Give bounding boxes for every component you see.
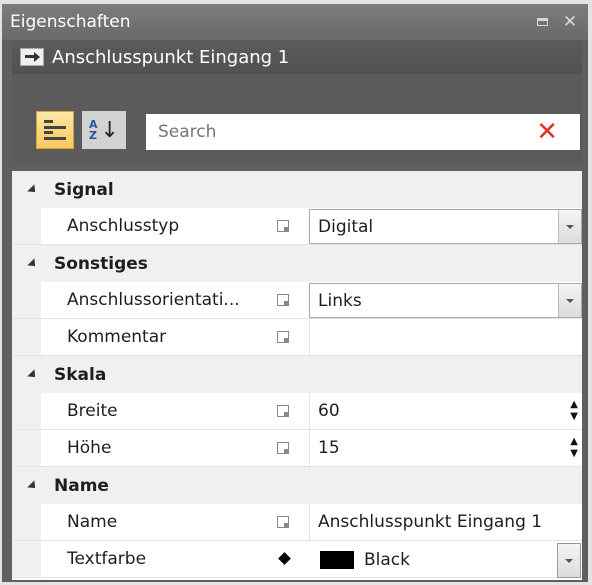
property-grid: Signal Anschlusstyp Digital Sonstiges An…: [12, 171, 582, 580]
close-button[interactable]: ✕: [562, 12, 578, 32]
category-skala[interactable]: Skala: [12, 356, 582, 393]
breite-field[interactable]: 60 ▲ ▼: [309, 393, 582, 429]
name-field[interactable]: Anschlusspunkt Eingang 1: [309, 504, 582, 540]
property-row-name: Name Anschlusspunkt Eingang 1: [12, 504, 582, 541]
property-row-textfarbe: Textfarbe Black: [12, 541, 582, 578]
property-name: Name: [67, 512, 118, 532]
property-marker-icon[interactable]: [277, 294, 289, 306]
property-marker-icon[interactable]: [277, 331, 289, 343]
property-row-hoehe: Höhe 15 ▲ ▼: [12, 430, 582, 467]
property-name: Anschlussorientati...: [67, 290, 240, 310]
category-label: Skala: [54, 364, 107, 385]
kommentar-field[interactable]: [309, 319, 582, 355]
category-label: Name: [54, 475, 109, 496]
diamond-marker-icon[interactable]: [278, 552, 291, 565]
property-row-breite: Breite 60 ▲ ▼: [12, 393, 582, 430]
collapse-icon[interactable]: [27, 183, 39, 196]
property-value: 60: [318, 401, 340, 421]
property-name: Anschlusstyp: [67, 216, 180, 236]
property-value: Anschlusspunkt Eingang 1: [318, 512, 543, 532]
title-bar: Eigenschaften ✕: [2, 4, 588, 40]
category-label: Signal: [54, 179, 114, 200]
collapse-icon[interactable]: [27, 479, 39, 492]
selected-object-name: Anschlusspunkt Eingang 1: [52, 46, 290, 68]
spinner-icon[interactable]: ▲ ▼: [570, 399, 578, 423]
property-name: Kommentar: [67, 327, 167, 347]
search-input[interactable]: [156, 121, 520, 143]
hoehe-field[interactable]: 15 ▲ ▼: [309, 430, 582, 466]
collapse-icon[interactable]: [27, 257, 39, 270]
panel-title: Eigenschaften: [10, 12, 131, 32]
toolbar: AZ ↓ ✕: [12, 74, 582, 162]
categorized-button[interactable]: [36, 111, 74, 149]
color-swatch: [320, 550, 354, 569]
restore-icon: [536, 18, 548, 26]
property-marker-icon[interactable]: [277, 405, 289, 417]
property-marker-icon[interactable]: [277, 516, 289, 528]
anschlusstyp-dropdown[interactable]: Digital: [309, 209, 582, 244]
property-value: Digital: [318, 216, 374, 237]
selected-object-header: Anschlusspunkt Eingang 1: [12, 40, 582, 74]
property-value: Black: [364, 549, 410, 570]
spinner-icon[interactable]: ▲ ▼: [570, 436, 578, 460]
property-value: 15: [318, 438, 340, 458]
clear-search-icon[interactable]: ✕: [536, 119, 558, 145]
property-marker-icon[interactable]: [277, 442, 289, 454]
categorized-icon: [44, 120, 66, 140]
category-signal[interactable]: Signal: [12, 171, 582, 208]
dropdown-arrow-icon[interactable]: [558, 210, 581, 243]
close-icon: ✕: [562, 12, 578, 32]
anschlussorientierung-dropdown[interactable]: Links: [309, 283, 582, 318]
properties-panel: Eigenschaften ✕ Anschlusspunkt Eingang 1…: [2, 4, 588, 582]
collapse-icon[interactable]: [27, 368, 39, 381]
search-box: ✕: [146, 114, 580, 150]
property-value: Links: [318, 290, 362, 311]
category-sonstiges[interactable]: Sonstiges: [12, 245, 582, 282]
dropdown-arrow-icon[interactable]: [557, 543, 581, 578]
category-name[interactable]: Name: [12, 467, 582, 504]
property-row-anschlusstyp: Anschlusstyp Digital: [12, 208, 582, 245]
property-row-anschlussorientierung: Anschlussorientati... Links: [12, 282, 582, 319]
dropdown-arrow-icon[interactable]: [558, 284, 581, 317]
alphabetical-sort-button[interactable]: AZ ↓: [82, 111, 126, 149]
alphabetical-sort-icon: AZ: [89, 118, 98, 142]
sort-arrow-icon: ↓: [100, 117, 119, 143]
connector-icon: [20, 48, 44, 66]
property-name: Höhe: [67, 438, 112, 458]
property-name: Textfarbe: [67, 549, 147, 569]
property-row-kommentar: Kommentar: [12, 319, 582, 356]
property-name: Breite: [67, 401, 118, 421]
category-label: Sonstiges: [54, 253, 148, 274]
textfarbe-dropdown[interactable]: Black: [309, 542, 582, 578]
property-marker-icon[interactable]: [277, 220, 289, 232]
restore-button[interactable]: [534, 14, 550, 30]
